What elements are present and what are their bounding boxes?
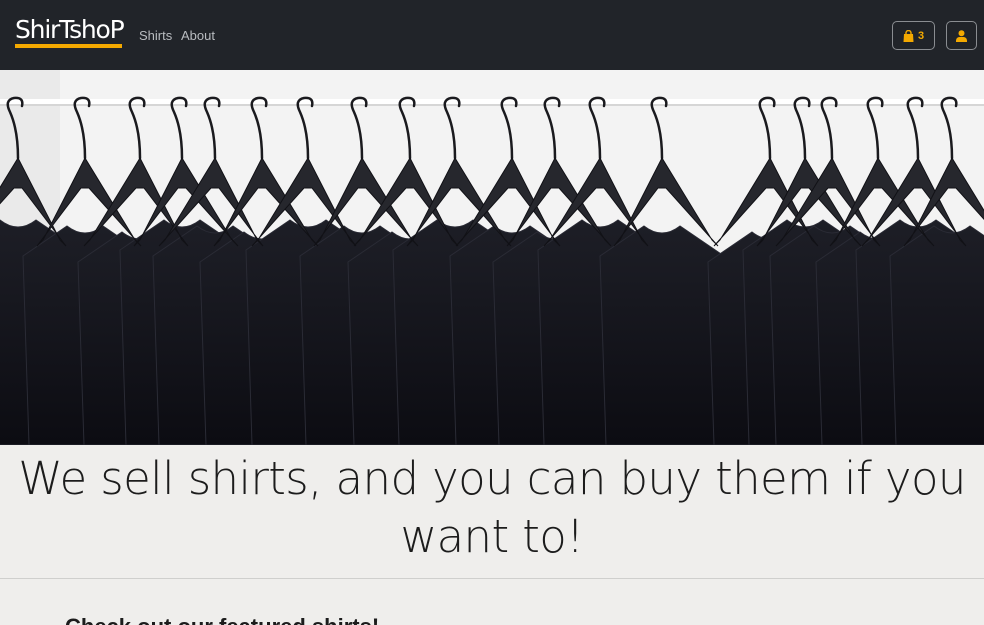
featured-shirts-heading: Check out our featured shirts! [65,614,379,625]
section-divider [0,578,984,579]
hero-tagline: We sell shirts, and you can buy them if … [18,452,966,563]
brand-logo-link[interactable]: ShirTshoP [15,14,125,46]
shopping-bag-icon [903,29,914,42]
shirt-shape [889,225,984,445]
nav-link-shirts[interactable]: Shirts [139,28,172,44]
cart-count-badge: 3 [917,29,925,42]
cart-button[interactable]: 3 [892,21,935,50]
account-button[interactable] [946,21,977,50]
nav-link-about[interactable]: About [181,28,215,44]
hero-banner-image [0,70,984,445]
brand-underline [15,44,122,48]
user-icon [956,29,967,42]
hero-shirts-illustration [0,70,984,445]
navbar: ShirTshoP Shirts About 3 [0,0,984,70]
shirt-shape [599,225,725,445]
